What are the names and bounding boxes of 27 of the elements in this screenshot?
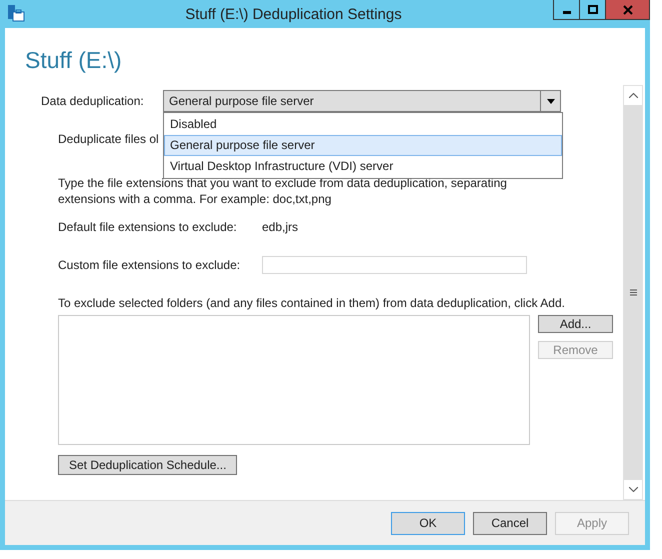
custom-extensions-field[interactable] [262,256,527,274]
grip-icon [630,289,636,296]
server-icon [7,4,25,22]
minimize-button[interactable] [553,0,580,20]
folders-help: To exclude selected folders (and any files contained in them) from data deduplication, click Add. [58,295,565,311]
minimize-icon [562,10,570,14]
maximize-icon [588,4,598,14]
extensions-help: Type the file extensions that you want to exclude from data deduplication, separating extensions with a comma. For example: doc,txt,png [58,175,508,207]
close-icon [622,4,632,14]
chevron-down-icon [628,487,638,492]
scroll-thumb[interactable] [624,105,642,480]
dialog-button[interactable]: Cancel [473,512,547,534]
window-title: Stuff (E:\) Deduplication Settings [184,6,403,22]
field-label: Default file extensions to exclude: [58,220,238,234]
close-button[interactable] [605,0,650,20]
folder-button[interactable]: Add... [538,315,613,333]
field-label: Custom file extensions to exclude: [58,258,242,272]
dialog-button[interactable]: OK [391,512,465,534]
caret-icon [546,98,554,104]
field-label: Data deduplication: [41,94,145,108]
chevron-up-icon [628,93,638,98]
page-heading: Stuff (E:\) [24,46,123,75]
dropdown-option[interactable]: General purpose file server [164,135,562,156]
age-label: Deduplicate files ol [58,131,159,147]
scrollbar[interactable] [623,85,643,500]
default-extensions: edb,jrs [262,220,298,234]
schedule-button[interactable]: Set Deduplication Schedule... [58,455,238,475]
